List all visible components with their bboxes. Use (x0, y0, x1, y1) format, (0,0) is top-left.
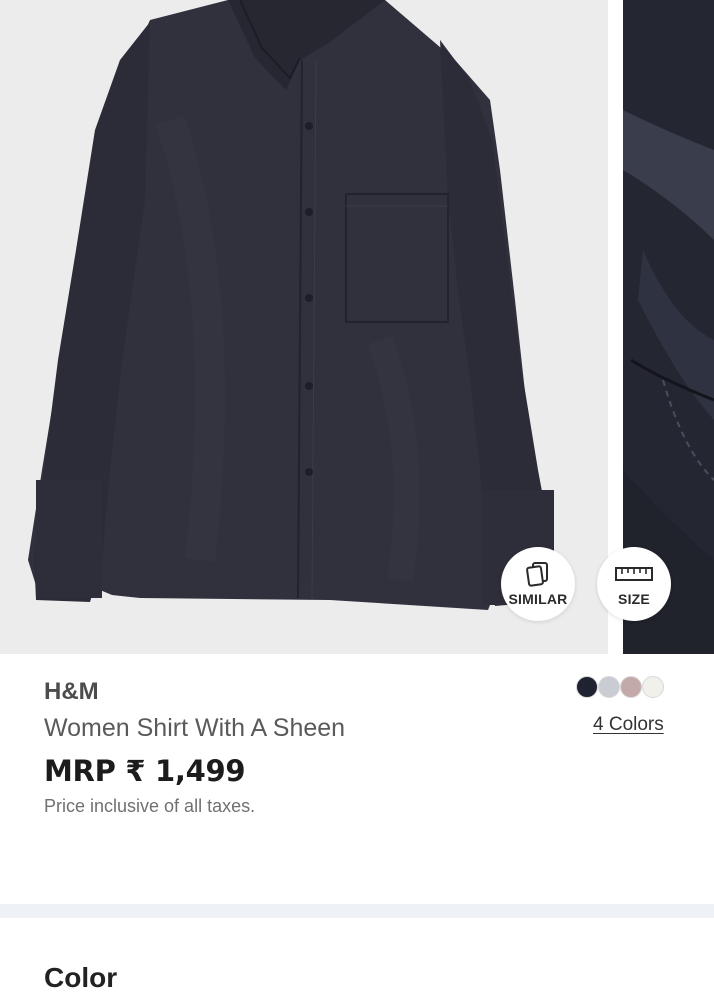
tax-note: Price inclusive of all taxes. (44, 796, 256, 816)
product-info: H&M Women Shirt With A Sheen MRP ₹ 1,499… (0, 654, 714, 904)
product-price: MRP ₹ 1,499 (44, 754, 246, 788)
product-image-gallery[interactable]: SIMILAR SIZE (0, 0, 714, 654)
color-swatch[interactable] (576, 676, 598, 698)
color-swatch[interactable] (642, 676, 664, 698)
brand-name[interactable]: H&M (44, 678, 99, 706)
section-divider (0, 904, 714, 918)
ruler-icon (615, 561, 653, 587)
cards-icon (525, 561, 551, 587)
product-title: Women Shirt With A Sheen (44, 714, 346, 742)
colors-link[interactable]: 4 Colors (593, 714, 664, 736)
color-section-heading: Color (44, 962, 118, 993)
similar-label: SIMILAR (508, 591, 568, 607)
color-swatches[interactable] (576, 676, 676, 700)
color-swatch[interactable] (620, 676, 642, 698)
similar-button[interactable]: SIMILAR (501, 547, 575, 621)
size-label: SIZE (618, 591, 650, 607)
color-swatch[interactable] (598, 676, 620, 698)
size-button[interactable]: SIZE (597, 547, 671, 621)
